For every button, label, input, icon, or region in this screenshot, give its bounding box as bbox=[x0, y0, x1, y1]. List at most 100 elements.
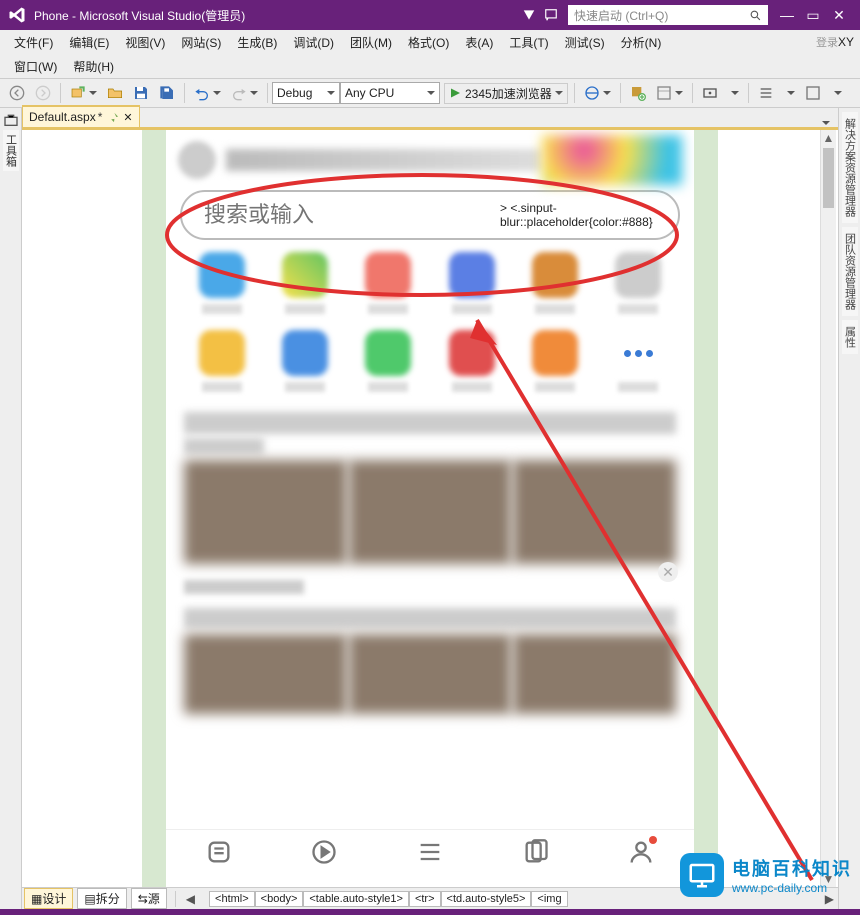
app-item[interactable] bbox=[184, 330, 259, 392]
menu-help[interactable]: 帮助(H) bbox=[65, 58, 122, 75]
nav-fwd-button[interactable] bbox=[31, 83, 55, 103]
nav-menu[interactable] bbox=[416, 838, 444, 869]
save-all-button[interactable] bbox=[155, 83, 179, 103]
menu-edit[interactable]: 编辑(E) bbox=[61, 34, 117, 51]
attach-style-button[interactable] bbox=[652, 83, 687, 103]
feed-title bbox=[184, 412, 676, 434]
left-tab-toolbox[interactable]: 工具箱 bbox=[3, 130, 19, 171]
quick-launch-input[interactable]: 快速启动 (Ctrl+Q) bbox=[568, 5, 768, 25]
toolbox-icon[interactable] bbox=[3, 112, 19, 128]
left-rail: 工具箱 bbox=[0, 108, 22, 909]
phone-preview: > <.sinput-blur::placeholder{color:#888} bbox=[166, 130, 694, 887]
signin-link[interactable]: 登录 bbox=[816, 34, 838, 50]
crumb-img[interactable]: <img bbox=[531, 891, 567, 907]
app-item[interactable] bbox=[517, 330, 592, 392]
menu-debug[interactable]: 调试(D) bbox=[285, 34, 342, 51]
right-tab-team[interactable]: 团队资源管理器 bbox=[842, 227, 858, 316]
new-table-button[interactable] bbox=[698, 83, 722, 103]
view-source-button[interactable]: ⇆ 源 bbox=[131, 888, 167, 909]
view-split-button[interactable]: ▤ 拆分 bbox=[77, 888, 126, 909]
open-button[interactable] bbox=[103, 83, 127, 103]
view-design-button[interactable]: ▦ 设计 bbox=[24, 888, 73, 909]
menu-view[interactable]: 视图(V) bbox=[117, 34, 173, 51]
menu-website[interactable]: 网站(S) bbox=[173, 34, 229, 51]
watermark-logo-icon bbox=[680, 853, 724, 897]
doc-tab-close[interactable]: ✕ bbox=[123, 111, 132, 124]
table-dd-button[interactable] bbox=[724, 87, 743, 99]
account-badge[interactable]: XY bbox=[838, 35, 854, 49]
doc-dirty-indicator: * bbox=[98, 110, 103, 124]
crumb-table[interactable]: <table.auto-style1> bbox=[303, 891, 409, 907]
menu-format[interactable]: 格式(O) bbox=[400, 34, 457, 51]
nav-tabs[interactable] bbox=[522, 838, 550, 869]
header-text bbox=[226, 149, 542, 171]
feed-gallery[interactable] bbox=[184, 634, 676, 714]
solution-config-dropdown[interactable]: Debug bbox=[272, 82, 340, 104]
app-item[interactable] bbox=[434, 252, 509, 314]
crumb-body[interactable]: <body> bbox=[255, 891, 304, 907]
block-dd-button[interactable] bbox=[827, 87, 846, 99]
crumb-prev[interactable]: ◀ bbox=[182, 892, 199, 906]
doc-tab-default[interactable]: Default.aspx* ✕ bbox=[22, 105, 140, 127]
pin-icon[interactable] bbox=[108, 112, 119, 123]
app-item[interactable] bbox=[351, 330, 426, 392]
app-item[interactable] bbox=[267, 330, 342, 392]
right-tab-props[interactable]: 属性 bbox=[842, 320, 858, 354]
format-list-button[interactable] bbox=[754, 83, 778, 103]
menu-test[interactable]: 测试(S) bbox=[557, 34, 613, 51]
new-inline-style-button[interactable] bbox=[626, 83, 650, 103]
crumb-html[interactable]: <html> bbox=[209, 891, 255, 907]
list-dd-button[interactable] bbox=[780, 87, 799, 99]
search-bar[interactable]: > <.sinput-blur::placeholder{color:#888} bbox=[180, 190, 680, 240]
menu-analyze[interactable]: 分析(N) bbox=[613, 34, 670, 51]
window-titlebar: Phone - Microsoft Visual Studio(管理员) 快速启… bbox=[0, 0, 860, 30]
menu-build[interactable]: 生成(B) bbox=[229, 34, 285, 51]
browser-link-button[interactable] bbox=[580, 83, 615, 103]
feedback-icon[interactable] bbox=[544, 8, 558, 22]
feed-gallery[interactable]: ✕ bbox=[184, 460, 676, 564]
close-button[interactable]: ✕ bbox=[826, 7, 852, 24]
menu-table[interactable]: 表(A) bbox=[457, 34, 501, 51]
menu-bar: 文件(F) 编辑(E) 视图(V) 网站(S) 生成(B) 调试(D) 团队(M… bbox=[0, 30, 860, 54]
avatar[interactable] bbox=[178, 141, 216, 179]
menu-team[interactable]: 团队(M) bbox=[342, 34, 400, 51]
search-input[interactable] bbox=[196, 202, 500, 228]
tab-overflow-icon[interactable] bbox=[822, 121, 830, 129]
design-surface[interactable]: > <.sinput-blur::placeholder{color:#888} bbox=[22, 130, 838, 887]
maximize-button[interactable]: ▭ bbox=[800, 7, 826, 24]
bottom-nav bbox=[166, 829, 694, 877]
app-item[interactable] bbox=[351, 252, 426, 314]
undo-button[interactable] bbox=[190, 83, 225, 103]
menu-tools[interactable]: 工具(T) bbox=[501, 34, 556, 51]
app-item[interactable] bbox=[267, 252, 342, 314]
notifications-icon[interactable] bbox=[522, 8, 536, 22]
minimize-button[interactable]: — bbox=[774, 7, 800, 23]
app-item[interactable] bbox=[434, 330, 509, 392]
new-project-button[interactable] bbox=[66, 83, 101, 103]
save-button[interactable] bbox=[129, 83, 153, 103]
solution-platform-dropdown[interactable]: Any CPU bbox=[340, 82, 440, 104]
main-toolbar: Debug Any CPU 2345加速浏览器 bbox=[0, 78, 860, 108]
feed-caption bbox=[184, 580, 304, 594]
watermark-url: www.pc-daily.com bbox=[732, 881, 852, 895]
app-item[interactable] bbox=[184, 252, 259, 314]
right-tab-solution[interactable]: 解决方案资源管理器 bbox=[842, 112, 858, 223]
redo-button[interactable] bbox=[227, 83, 262, 103]
feed-close-button[interactable]: ✕ bbox=[658, 562, 678, 582]
app-item[interactable] bbox=[517, 252, 592, 314]
menu-window[interactable]: 窗口(W) bbox=[6, 58, 65, 75]
vertical-scrollbar[interactable]: ▲ ▼ bbox=[820, 130, 836, 887]
nav-video[interactable] bbox=[310, 838, 338, 869]
scroll-thumb[interactable] bbox=[823, 148, 834, 208]
crumb-tr[interactable]: <tr> bbox=[409, 891, 441, 907]
crumb-td[interactable]: <td.auto-style5> bbox=[441, 891, 532, 907]
app-more-button[interactable] bbox=[601, 330, 676, 392]
app-item[interactable] bbox=[601, 252, 676, 314]
start-debug-button[interactable]: 2345加速浏览器 bbox=[444, 83, 568, 104]
nav-home[interactable] bbox=[205, 838, 233, 869]
nav-back-button[interactable] bbox=[5, 83, 29, 103]
block-format-button[interactable] bbox=[801, 83, 825, 103]
header-banner bbox=[542, 135, 682, 185]
menu-file[interactable]: 文件(F) bbox=[6, 34, 61, 51]
nav-profile[interactable] bbox=[627, 838, 655, 869]
